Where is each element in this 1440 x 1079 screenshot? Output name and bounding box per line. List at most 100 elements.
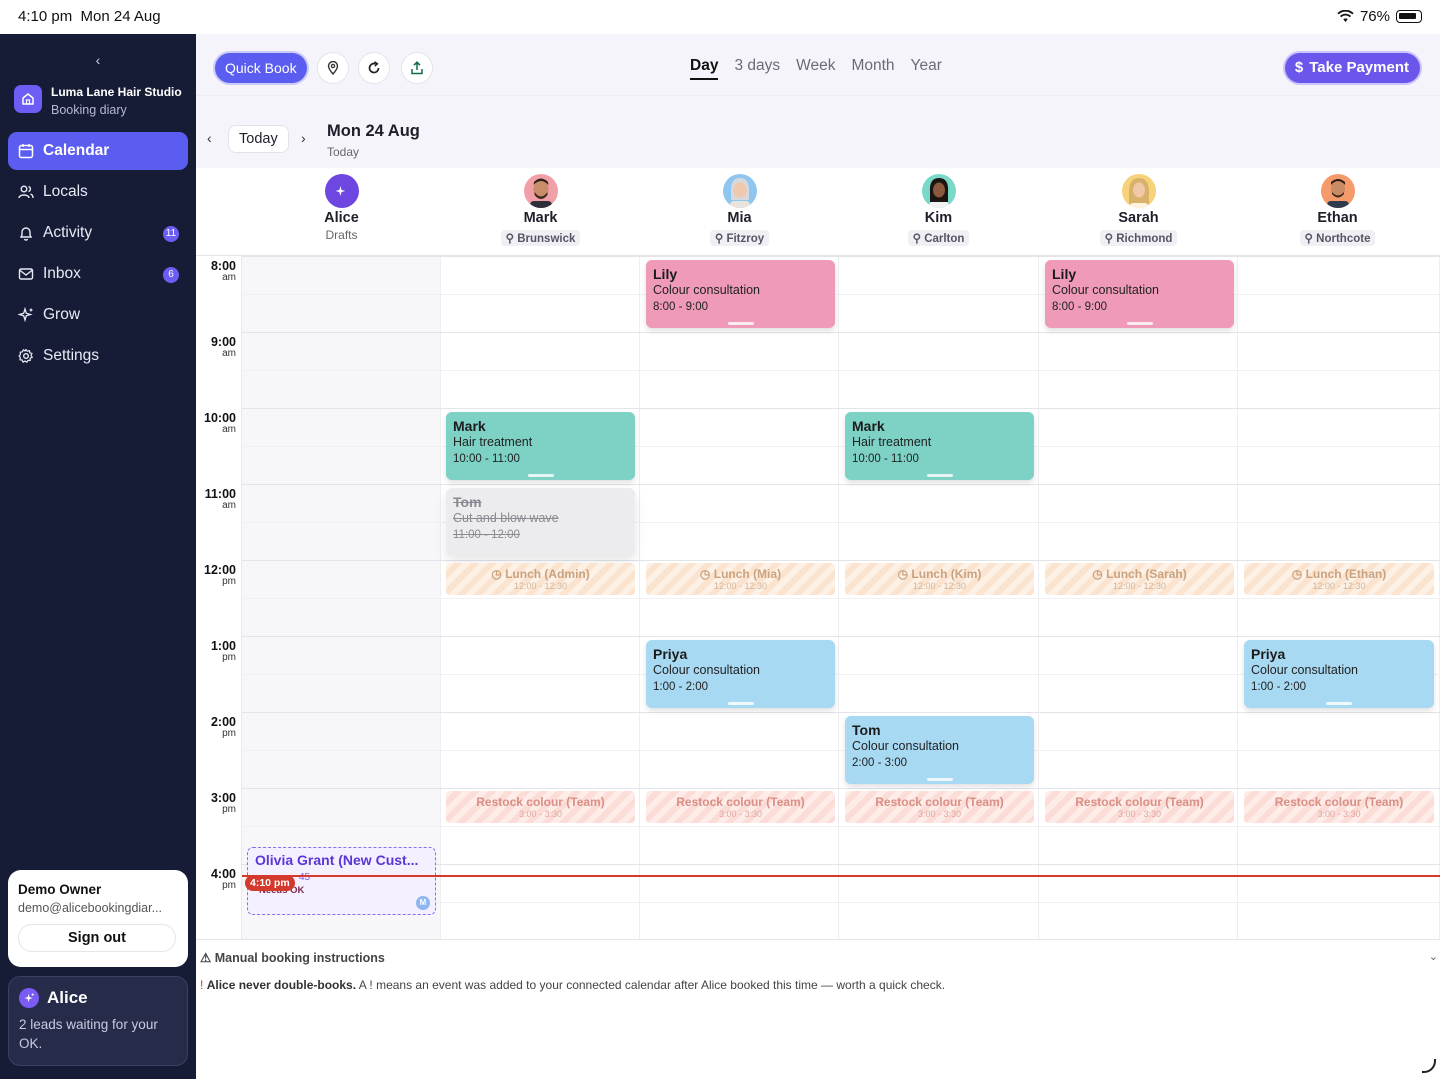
resize-handle[interactable] — [926, 474, 953, 477]
appointment-service: Colour consultation — [1052, 283, 1160, 297]
block-time: 3:00 - 3:30 — [1317, 809, 1361, 819]
status-time: 4:10 pm Mon 24 Aug — [18, 8, 161, 25]
wifi-icon — [1337, 10, 1354, 22]
restock-block[interactable]: Restock colour (Team) 3:00 - 3:30 — [1045, 791, 1234, 823]
toolbar: Quick Book Day 3 days Week Month Year $ … — [196, 34, 1440, 96]
restock-block[interactable]: Restock colour (Team) 3:00 - 3:30 — [1244, 791, 1434, 823]
assistant-card[interactable]: Alice 2 leads waiting for your OK. — [8, 976, 188, 1066]
note-bold: Alice never double-books. — [206, 978, 357, 992]
lunch-block[interactable]: ◷ Lunch (Admin) 12:00 - 12:30 — [446, 563, 635, 595]
block-time: 12:00 - 12:30 — [1112, 581, 1167, 591]
resize-handle[interactable] — [1126, 322, 1153, 325]
note-text: A ! means an event was added to your con… — [358, 978, 946, 992]
resize-corner-handle[interactable] — [1422, 1059, 1436, 1073]
appointment-card[interactable]: Mark Hair treatment 10:00 - 11:00 — [845, 412, 1034, 480]
avatar — [921, 174, 956, 208]
appointment-card[interactable]: Lily Colour consultation 8:00 - 9:00 — [1045, 260, 1234, 328]
staff-location: ⚲ Carlton — [907, 230, 970, 246]
staff-header-row: Alice Drafts Mark ⚲ Brunswick Mia ⚲ Fitz… — [196, 168, 1440, 256]
tab-3-days[interactable]: 3 days — [734, 57, 780, 80]
sidebar-item-grow[interactable]: Grow — [8, 296, 188, 334]
tab-year[interactable]: Year — [911, 57, 942, 80]
block-time: 12:00 - 12:30 — [1312, 581, 1366, 591]
sidebar-item-calendar[interactable]: Calendar — [8, 132, 188, 170]
sign-out-button[interactable]: Sign out — [18, 924, 176, 952]
mail-icon — [18, 268, 34, 280]
appointment-card[interactable]: Mark Hair treatment 10:00 - 11:00 — [446, 412, 635, 480]
time-label: 1:00 pm — [210, 639, 236, 663]
staff-column-header[interactable]: Sarah ⚲ Richmond — [1039, 168, 1238, 247]
sidebar-item-activity[interactable]: Activity 11 — [8, 214, 188, 252]
day-grid[interactable]: 8:00 am 9:00 am 10:00 am 11:00 am 12:00 pm 1:… — [196, 256, 1440, 939]
sidebar-item-label: Activity — [43, 224, 93, 241]
chevron-down-icon[interactable]: ⌄ — [1429, 950, 1438, 963]
chevron-right-icon[interactable]: › — [301, 130, 306, 146]
sidebar-item-settings[interactable]: Settings — [8, 337, 188, 375]
appointment-card[interactable]: Priya Colour consultation 1:00 - 2:00 — [646, 640, 835, 708]
lunch-block[interactable]: ◷ Lunch (Mia) 12:00 - 12:30 — [646, 563, 835, 595]
chevron-left-icon[interactable]: ‹ — [207, 130, 212, 146]
time-label: 12:00 pm — [204, 563, 236, 587]
resize-handle[interactable] — [926, 778, 953, 781]
quick-book-button[interactable]: Quick Book — [215, 53, 307, 83]
half-hour-line — [242, 750, 1440, 751]
restock-block[interactable]: Restock colour (Team) 3:00 - 3:30 — [446, 791, 635, 823]
staff-column-header[interactable]: Mia ⚲ Fitzroy — [640, 168, 839, 247]
restock-block[interactable]: Restock colour (Team) 3:00 - 3:30 — [845, 791, 1034, 823]
appointment-client: Mark — [453, 418, 486, 434]
half-hour-line — [242, 446, 1440, 447]
avatar — [722, 174, 757, 208]
appointment-card[interactable]: Priya Colour consultation 1:00 - 2:00 — [1244, 640, 1434, 708]
date-navigation: ‹ Today › Mon 24 Aug Today — [196, 96, 1440, 168]
status-bar: 4:10 pm Mon 24 Aug 76% — [0, 0, 1440, 34]
main-area: Quick Book Day 3 days Week Month Year $ … — [196, 34, 1440, 1079]
sidebar-item-locals[interactable]: Locals — [8, 173, 188, 211]
assistant-message: 2 leads waiting for your OK. — [19, 1017, 158, 1051]
current-time-pill: 4:10 pm — [245, 875, 295, 891]
cancelled-appointment-card[interactable]: Tom Cut and blow wave 11:00 - 12:00 — [446, 488, 635, 556]
staff-column-header[interactable]: Alice Drafts — [242, 168, 441, 242]
appointment-time: 11:00 - 12:00 — [453, 529, 520, 541]
time-column: 8:00 am 9:00 am 10:00 am 11:00 am 12:00 pm 1:… — [196, 256, 242, 939]
date-subtitle: Today — [327, 145, 360, 159]
chevron-left-icon[interactable]: ‹ — [88, 52, 108, 68]
home-icon — [14, 85, 42, 113]
avatar — [523, 174, 558, 208]
draft-time: 45 — [299, 872, 311, 883]
staff-name: Sarah — [1118, 210, 1159, 226]
upload-icon — [411, 61, 423, 75]
tab-week[interactable]: Week — [796, 57, 835, 80]
resize-handle[interactable] — [727, 322, 754, 325]
appointment-client: Tom — [852, 722, 881, 738]
appointment-card[interactable]: Tom Colour consultation 2:00 - 3:00 — [845, 716, 1034, 784]
instructions-title: Manual booking instructions — [214, 951, 385, 965]
staff-column-header[interactable]: Kim ⚲ Carlton — [839, 168, 1038, 247]
restock-block[interactable]: Restock colour (Team) 3:00 - 3:30 — [646, 791, 835, 823]
staff-location: ⚲ Richmond — [1099, 230, 1178, 246]
today-button[interactable]: Today — [228, 125, 289, 153]
instructions-header[interactable]: ⚠ Manual booking instructions — [200, 950, 385, 965]
lunch-block[interactable]: ◷ Lunch (Ethan) 12:00 - 12:30 — [1244, 563, 1434, 595]
appointment-client: Priya — [653, 646, 688, 662]
location-filter-button[interactable] — [317, 52, 349, 84]
staff-column-header[interactable]: Ethan ⚲ Northcote — [1238, 168, 1437, 247]
block-label: Restock colour (Team) — [676, 795, 805, 809]
take-payment-button[interactable]: $ Take Payment — [1284, 53, 1420, 83]
resize-handle[interactable] — [1326, 702, 1352, 705]
lunch-block[interactable]: ◷ Lunch (Sarah) 12:00 - 12:30 — [1045, 563, 1234, 595]
tab-month[interactable]: Month — [851, 57, 894, 80]
share-button[interactable] — [401, 52, 433, 84]
appointment-card[interactable]: Lily Colour consultation 8:00 - 9:00 — [646, 260, 835, 328]
resize-handle[interactable] — [727, 702, 754, 705]
battery-icon — [1396, 10, 1422, 23]
half-hour-line — [242, 370, 1440, 371]
lunch-block[interactable]: ◷ Lunch (Kim) 12:00 - 12:30 — [845, 563, 1034, 595]
tab-day[interactable]: Day — [690, 57, 719, 80]
people-icon — [18, 185, 34, 199]
time-label: 8:00 am — [210, 259, 236, 283]
staff-column-header[interactable]: Mark ⚲ Brunswick — [441, 168, 640, 247]
refresh-button[interactable] — [358, 52, 390, 84]
date-title: Mon 24 Aug — [327, 122, 420, 140]
sidebar-item-inbox[interactable]: Inbox 6 — [8, 255, 188, 293]
resize-handle[interactable] — [527, 474, 554, 477]
